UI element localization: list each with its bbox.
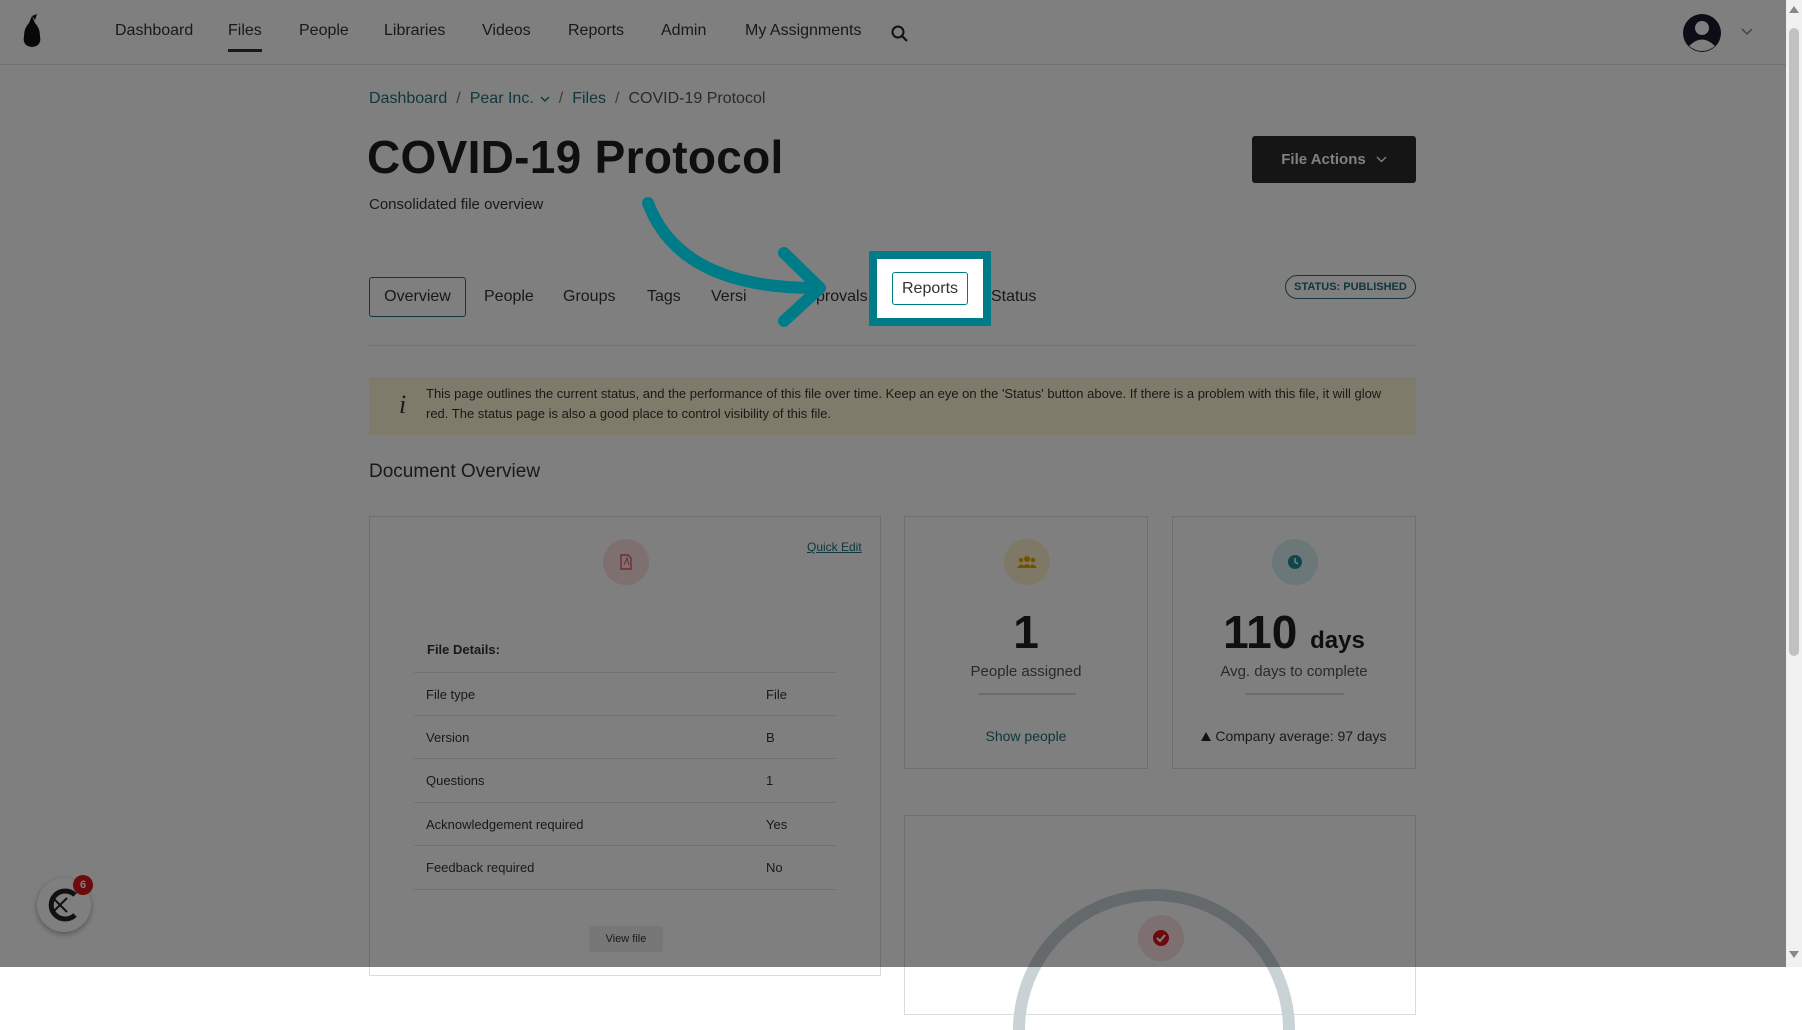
curved-arrow-icon [642, 197, 826, 327]
tutorial-overlay [0, 0, 1802, 967]
reports-tab-highlight: Reports [869, 251, 991, 326]
scroll-down-icon[interactable] [1789, 951, 1799, 958]
scrollbar-thumb[interactable] [1789, 28, 1799, 656]
vertical-scrollbar[interactable] [1786, 0, 1802, 967]
scroll-up-icon[interactable] [1789, 6, 1799, 13]
tab-reports[interactable]: Reports [892, 272, 968, 305]
